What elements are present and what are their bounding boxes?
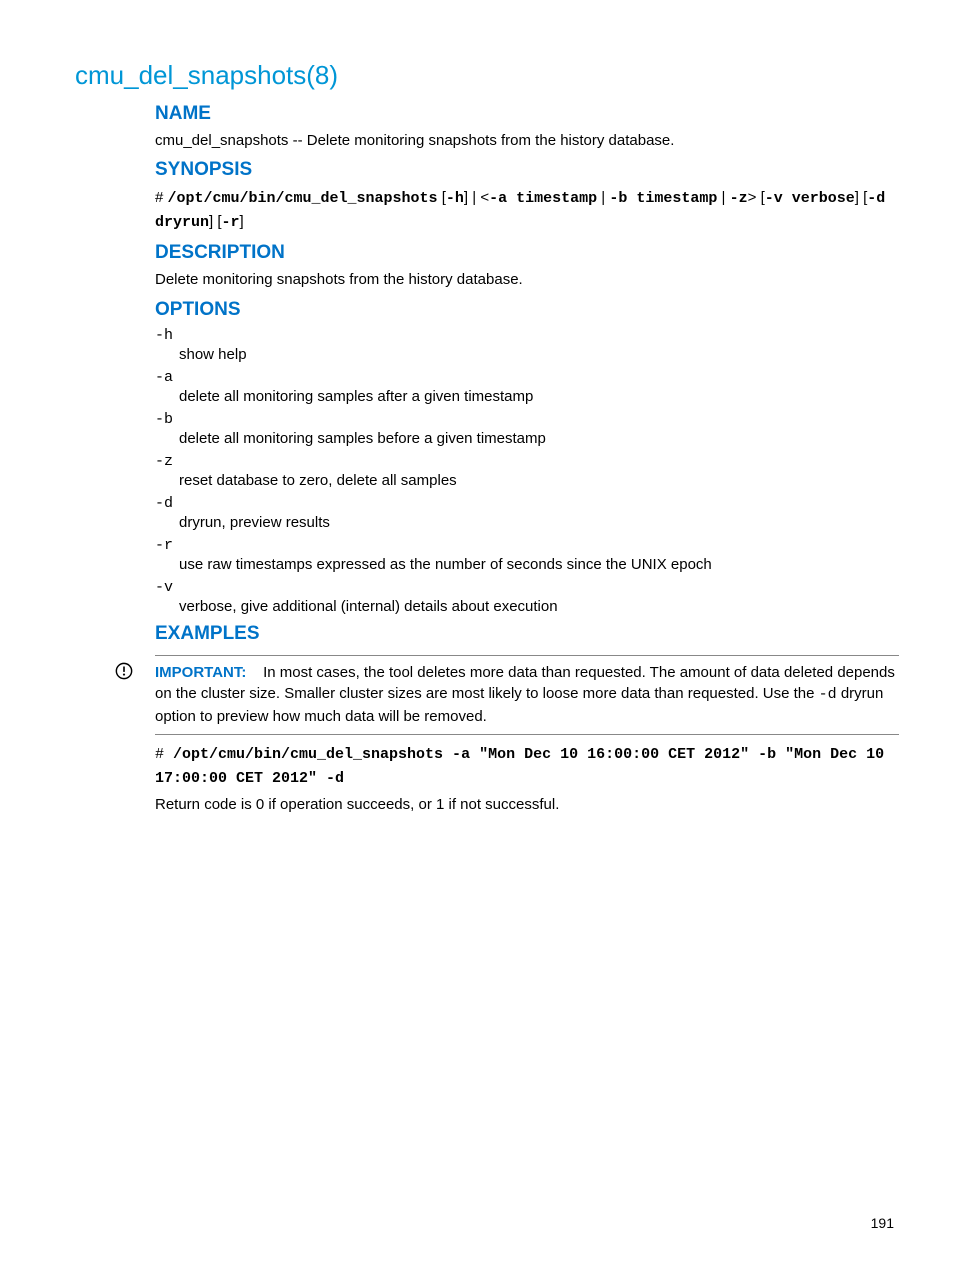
synopsis-p15: ] (240, 213, 244, 230)
important-icon (115, 662, 133, 680)
synopsis-p1: [ (438, 189, 446, 206)
section-examples-heading: EXAMPLES (155, 623, 899, 645)
return-code-text: Return code is 0 if operation succeeds, … (155, 795, 899, 815)
page-title: cmu_del_snapshots(8) (75, 60, 899, 91)
option-flag: -a (155, 369, 899, 386)
option-flag: -h (155, 327, 899, 344)
option-flag: -b (155, 411, 899, 428)
option-item: -a delete all monitoring samples after a… (155, 369, 899, 405)
synopsis-block: # /opt/cmu/bin/cmu_del_snapshots [-h] | … (155, 187, 899, 234)
option-desc: delete all monitoring samples before a g… (155, 430, 899, 447)
important-code: -d (819, 686, 837, 703)
name-text: cmu_del_snapshots -- Delete monitoring s… (155, 131, 899, 151)
section-name-heading: NAME (155, 103, 899, 125)
option-desc: show help (155, 346, 899, 363)
option-flag: -v (155, 579, 899, 596)
option-desc: verbose, give additional (internal) deta… (155, 598, 899, 615)
synopsis-p13: ] [ (209, 213, 222, 230)
synopsis-p4: -a timestamp (489, 190, 597, 207)
option-item: -d dryrun, preview results (155, 495, 899, 531)
synopsis-p3: ] | < (464, 189, 489, 206)
synopsis-p9: > [ (748, 189, 765, 206)
synopsis-cmd: /opt/cmu/bin/cmu_del_snapshots (168, 190, 438, 207)
synopsis-p6: -b timestamp (609, 190, 717, 207)
section-synopsis-heading: SYNOPSIS (155, 159, 899, 181)
synopsis-p2: -h (446, 190, 464, 207)
option-desc: reset database to zero, delete all sampl… (155, 472, 899, 489)
synopsis-p14: -r (222, 214, 240, 231)
example-cmd-text: /opt/cmu/bin/cmu_del_snapshots -a "Mon D… (155, 746, 884, 787)
description-text: Delete monitoring snapshots from the his… (155, 270, 899, 290)
section-description-heading: DESCRIPTION (155, 242, 899, 264)
important-note: IMPORTANT: In most cases, the tool delet… (155, 655, 899, 735)
important-text-a: In most cases, the tool deletes more dat… (155, 664, 895, 703)
option-item: -r use raw timestamps expressed as the n… (155, 537, 899, 573)
option-flag: -r (155, 537, 899, 554)
option-item: -h show help (155, 327, 899, 363)
option-flag: -z (155, 453, 899, 470)
option-desc: dryrun, preview results (155, 514, 899, 531)
important-label: IMPORTANT: (155, 664, 246, 681)
example-prompt: # (155, 746, 173, 763)
option-desc: delete all monitoring samples after a gi… (155, 388, 899, 405)
synopsis-p10: -v verbose (765, 190, 855, 207)
option-flag: -d (155, 495, 899, 512)
page-number: 191 (871, 1215, 894, 1231)
synopsis-p8: -z (730, 190, 748, 207)
synopsis-prompt: # (155, 189, 168, 206)
synopsis-p5: | (597, 189, 609, 206)
example-command: # /opt/cmu/bin/cmu_del_snapshots -a "Mon… (155, 743, 899, 791)
option-item: -z reset database to zero, delete all sa… (155, 453, 899, 489)
option-item: -b delete all monitoring samples before … (155, 411, 899, 447)
section-options-heading: OPTIONS (155, 299, 899, 321)
option-item: -v verbose, give additional (internal) d… (155, 579, 899, 615)
synopsis-p7: | (717, 189, 729, 206)
option-desc: use raw timestamps expressed as the numb… (155, 556, 899, 573)
synopsis-p11: ] [ (855, 189, 868, 206)
